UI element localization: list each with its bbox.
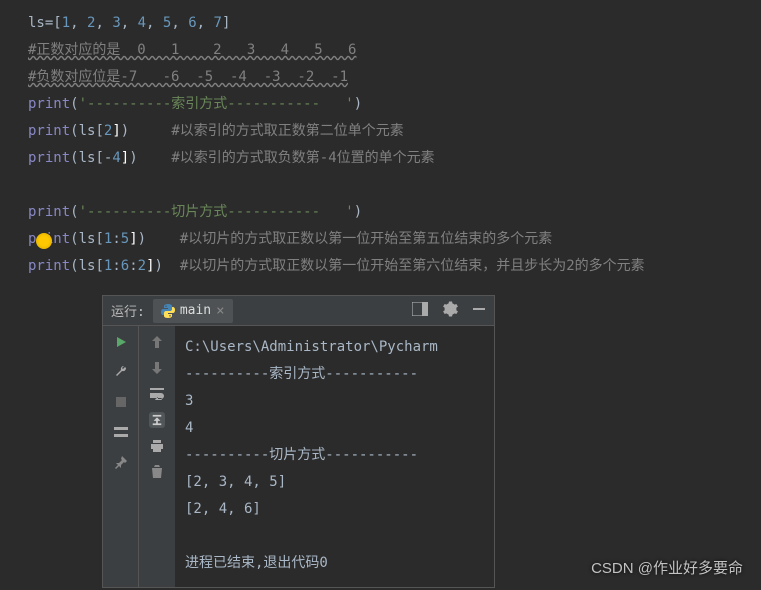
print-icon[interactable] xyxy=(149,438,165,454)
console-output[interactable]: C:\Users\Administrator\Pycharm ---------… xyxy=(175,326,494,587)
close-icon[interactable]: × xyxy=(216,303,224,319)
gear-icon[interactable] xyxy=(442,301,458,321)
code-line: print(ls[1:5]) #以切片的方式取正数以第一位开始至第五位结束的多个… xyxy=(28,226,761,253)
layout-settings-icon[interactable] xyxy=(113,424,129,440)
minimize-icon[interactable] xyxy=(472,302,486,320)
scroll-to-end-icon[interactable] xyxy=(149,412,165,428)
run-toolbar-left xyxy=(103,326,139,587)
pin-icon[interactable] xyxy=(113,454,129,470)
run-body: C:\Users\Administrator\Pycharm ---------… xyxy=(103,326,494,587)
down-arrow-icon[interactable] xyxy=(149,360,165,376)
layout-icon[interactable] xyxy=(412,302,428,320)
trash-icon[interactable] xyxy=(149,464,165,480)
code-line: print(ls[2]) #以索引的方式取正数第二位单个元素 xyxy=(28,118,761,145)
soft-wrap-icon[interactable] xyxy=(149,386,165,402)
wrench-icon[interactable] xyxy=(113,364,129,380)
code-line: ls=[1, 2, 3, 4, 5, 6, 7] xyxy=(28,10,761,37)
run-tool-window: 运行: main × xyxy=(102,295,495,588)
rerun-icon[interactable] xyxy=(113,334,129,350)
up-arrow-icon[interactable] xyxy=(149,334,165,350)
code-line: print(ls[-4]) #以索引的方式取负数第-4位置的单个元素 xyxy=(28,145,761,172)
code-line: print(ls[1:6:2]) #以切片的方式取正数以第一位开始至第六位结束，… xyxy=(28,253,761,280)
run-header: 运行: main × xyxy=(103,296,494,326)
code-line: #负数对应位是-7 -6 -5 -4 -3 -2 -1 xyxy=(28,64,761,91)
intention-bulb-icon[interactable] xyxy=(36,233,52,249)
code-line xyxy=(28,172,761,199)
stop-icon[interactable] xyxy=(113,394,129,410)
code-line: #正数对应的是 0 1 2 3 4 5 6 xyxy=(28,37,761,64)
run-label: 运行: xyxy=(111,301,145,320)
run-toolbar-right xyxy=(139,326,175,587)
run-tab[interactable]: main × xyxy=(153,299,233,323)
code-editor[interactable]: ls=[1, 2, 3, 4, 5, 6, 7] #正数对应的是 0 1 2 3… xyxy=(0,0,761,280)
code-line: print('----------索引方式----------- ') xyxy=(28,91,761,118)
code-line: print('----------切片方式----------- ') xyxy=(28,199,761,226)
tab-label: main xyxy=(180,303,211,318)
python-file-icon xyxy=(161,304,175,318)
watermark: CSDN @作业好多要命 xyxy=(591,557,743,578)
